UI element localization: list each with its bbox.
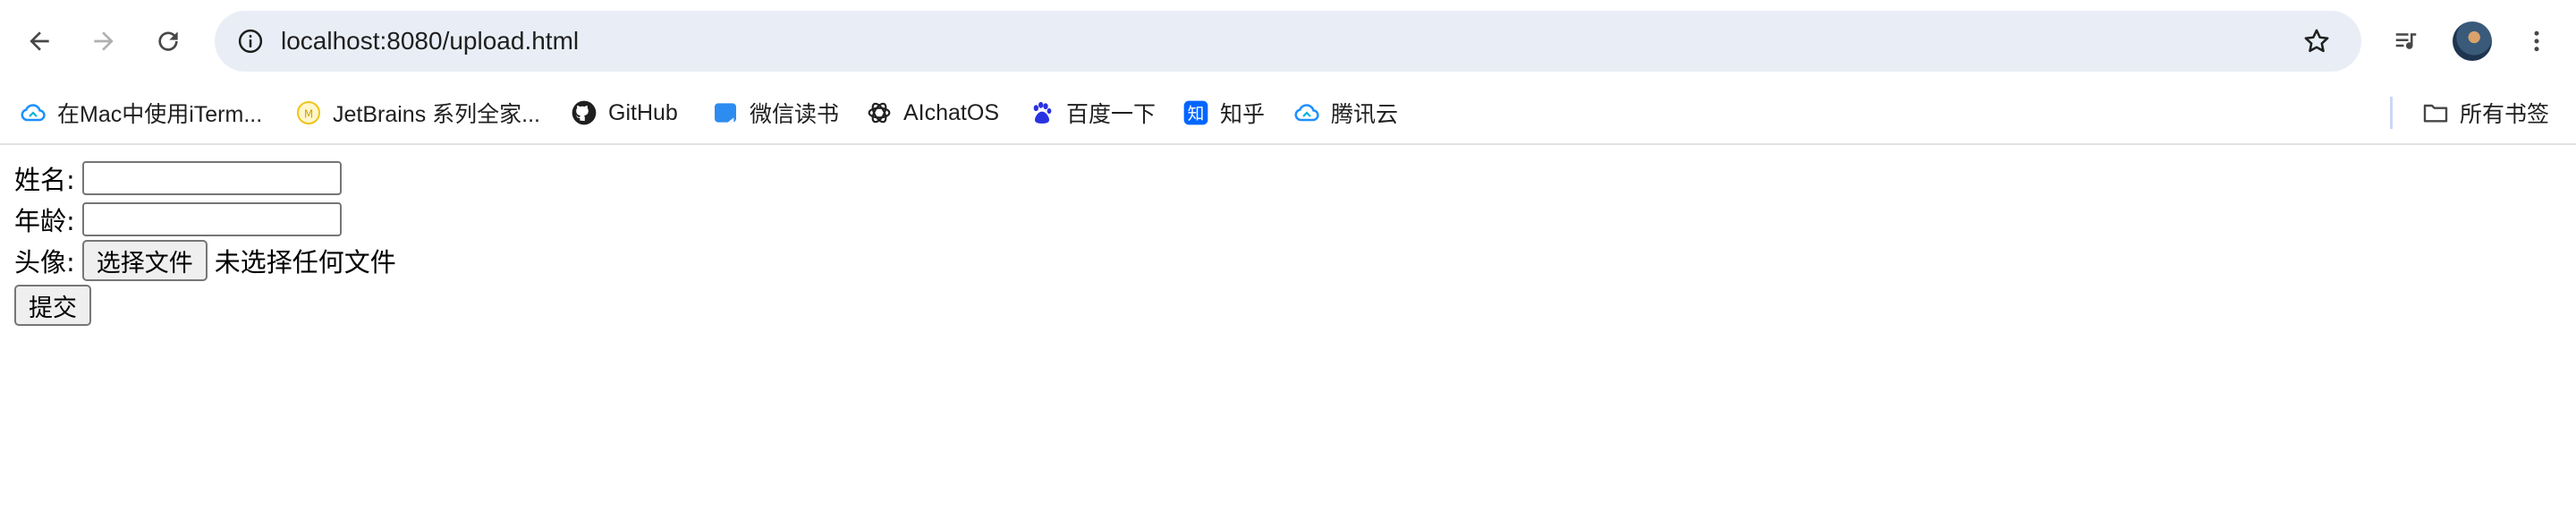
- back-arrow-icon: [30, 31, 49, 51]
- media-queue-icon[interactable]: [2385, 20, 2428, 63]
- age-label: 年龄:: [14, 206, 75, 236]
- zhihu-icon: 知: [1181, 98, 1211, 128]
- bookmark-item-jetbrains[interactable]: M JetBrains 系列全家...: [293, 93, 540, 132]
- bookmark-label: 腾讯云: [1331, 102, 1399, 127]
- address-url[interactable]: localhost:8080/upload.html: [281, 11, 579, 72]
- bookmark-label: 知乎: [1220, 102, 1266, 127]
- bookmark-item-baidu[interactable]: 百度一下: [1027, 93, 1156, 132]
- bookmark-label: 微信读书: [750, 102, 840, 127]
- github-icon: [569, 98, 599, 128]
- bookmark-item-github[interactable]: GitHub: [569, 93, 678, 132]
- bookmark-star-icon[interactable]: [2299, 23, 2334, 59]
- browser-toolbar: localhost:8080/upload.html: [0, 0, 2576, 82]
- bookmark-item-aichatos[interactable]: AIchatOS: [864, 93, 999, 132]
- forward-arrow-icon: [94, 31, 114, 51]
- browser-window: localhost:8080/upload.html 在Mac中使用iTerm.…: [0, 0, 2576, 530]
- forward-button[interactable]: [82, 20, 125, 63]
- bookmark-label: 在Mac中使用iTerm...: [57, 102, 263, 127]
- bookmark-label: GitHub: [608, 99, 678, 125]
- reload-icon: [158, 31, 178, 51]
- openai-icon: [864, 98, 894, 128]
- baidu-icon: [1027, 98, 1057, 128]
- page-content: 姓名: 年龄: 头像: 选择文件 未选择任何文件 提交: [0, 145, 2576, 530]
- submit-button[interactable]: 提交: [14, 285, 91, 326]
- avatar-label: 头像:: [14, 247, 75, 278]
- bookmark-label: AIchatOS: [903, 99, 999, 125]
- name-row: 姓名:: [14, 158, 342, 199]
- weread-icon: [710, 98, 741, 128]
- name-label: 姓名:: [14, 165, 75, 195]
- reload-button[interactable]: [147, 20, 190, 63]
- submit-row: 提交: [14, 285, 91, 326]
- bookmark-label: 百度一下: [1066, 102, 1157, 127]
- cloud-icon: [18, 98, 48, 128]
- choose-file-button[interactable]: 选择文件: [81, 240, 208, 281]
- age-row: 年龄:: [14, 199, 342, 240]
- bookmark-item-iterm[interactable]: 在Mac中使用iTerm...: [18, 93, 262, 132]
- site-info-icon[interactable]: [234, 25, 267, 57]
- more-menu-icon[interactable]: [2515, 20, 2558, 63]
- address-bar[interactable]: localhost:8080/upload.html: [215, 11, 2361, 72]
- bookmark-item-zhihu[interactable]: 知 知乎: [1181, 93, 1265, 132]
- bookmarks-divider: [2390, 97, 2393, 129]
- folder-icon: [2420, 98, 2451, 128]
- all-bookmarks-label: 所有书签: [2460, 102, 2550, 127]
- svg-text:知: 知: [1188, 105, 1205, 124]
- profile-avatar[interactable]: [2453, 21, 2492, 61]
- bookmark-item-tencent-cloud[interactable]: 腾讯云: [1292, 93, 1398, 132]
- jetbrains-icon: M: [293, 98, 324, 128]
- age-input[interactable]: [81, 202, 342, 236]
- file-status-text: 未选择任何文件: [214, 247, 396, 278]
- bookmarks-bar: 在Mac中使用iTerm... M JetBrains 系列全家... GitH…: [0, 82, 2576, 145]
- bookmark-label: JetBrains 系列全家...: [333, 102, 540, 127]
- all-bookmarks-button[interactable]: 所有书签: [2420, 93, 2549, 132]
- back-button[interactable]: [18, 20, 61, 63]
- name-input[interactable]: [81, 161, 342, 195]
- tencent-cloud-icon: [1292, 98, 1322, 128]
- avatar-row: 头像: 选择文件 未选择任何文件: [14, 240, 396, 281]
- svg-text:M: M: [304, 107, 313, 120]
- bookmark-item-weread[interactable]: 微信读书: [710, 93, 839, 132]
